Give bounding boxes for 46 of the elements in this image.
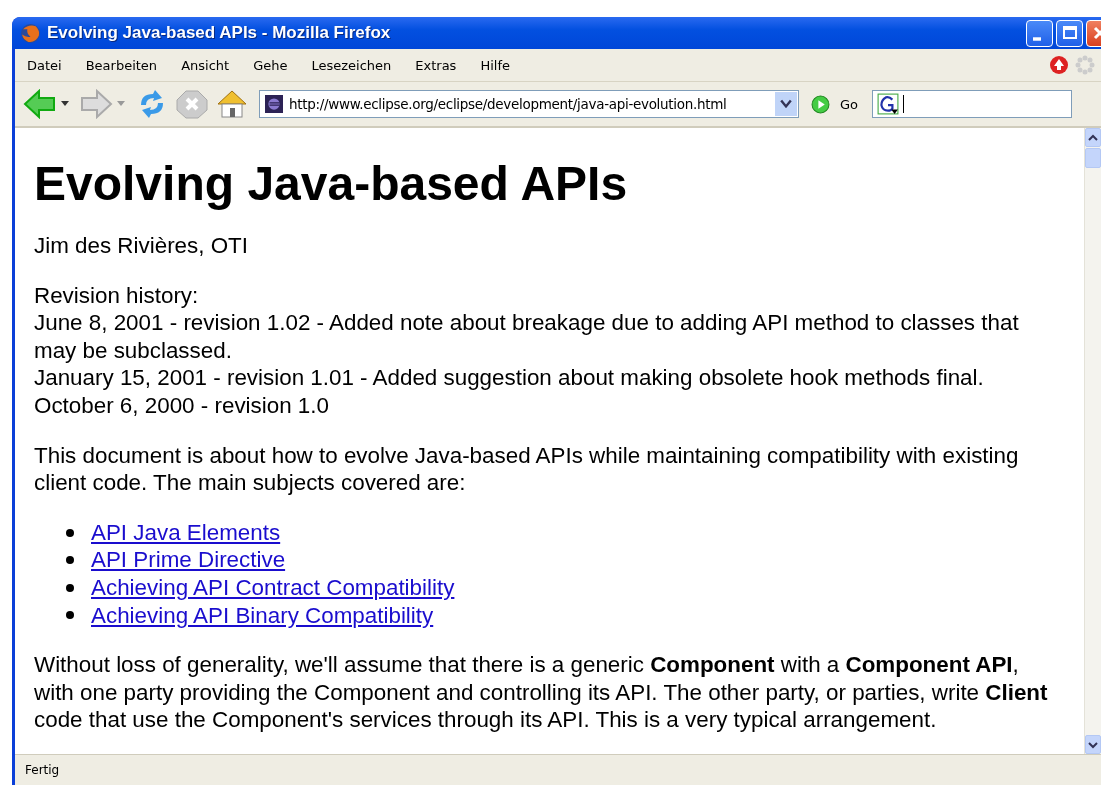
menu-item[interactable]: Extras <box>415 57 469 73</box>
maximize-button[interactable] <box>1056 19 1083 47</box>
scrollbar[interactable] <box>1084 128 1101 754</box>
play-icon <box>811 94 830 114</box>
menu-item[interactable]: Bearbeiten <box>85 57 170 73</box>
scroll-thumb[interactable] <box>1085 148 1101 168</box>
eclipse-icon <box>265 95 283 113</box>
body-paragraph: Without loss of generality, we'll assume that there is a generic Component with a Component API, with one party providing the Component and controlling its API. The other party, or parties, write Client code that use the Component's services through its API. This is a very typical arrangement. <box>34 651 1049 734</box>
bullet <box>66 556 74 565</box>
address-field[interactable]: http://www.eclipse.org/eclipse/development/java-api-evolution.html <box>259 90 799 118</box>
bullet <box>66 583 74 592</box>
chevron-up-icon <box>1088 133 1098 142</box>
intro-paragraph: This document is about how to evolve Java-based APIs while maintaining compatibility with existing client code. The main subjects covered are: <box>34 441 1020 497</box>
menu-item[interactable]: Lesezeichen <box>311 57 404 73</box>
scroll-up-button[interactable] <box>1085 128 1101 147</box>
link[interactable]: Achieving API Contract Compatibility <box>91 573 455 602</box>
revision-line: Revision history: <box>34 281 200 310</box>
go-button[interactable]: Go <box>807 94 863 114</box>
menu-item[interactable]: Gehe <box>253 57 300 73</box>
chevron-down-icon <box>1088 740 1098 749</box>
link[interactable]: API Prime Directive <box>91 546 286 574</box>
link[interactable]: Achieving API Binary Compatibility <box>91 601 434 630</box>
window-title: Evolving Java-based APIs - Mozilla Firefox <box>47 23 392 43</box>
page-heading: Evolving Java-based APIs <box>34 158 629 210</box>
scroll-down-button[interactable] <box>1085 735 1101 754</box>
bullet <box>66 528 74 537</box>
search-field[interactable] <box>872 90 1073 118</box>
search-engine-icon <box>877 93 900 115</box>
menu-item[interactable]: Ansicht <box>181 57 242 73</box>
chevron-down-icon <box>780 99 792 109</box>
globe-icon <box>20 22 41 44</box>
bullet <box>66 611 74 620</box>
minimize-button[interactable] <box>1026 19 1053 47</box>
throbber-icon <box>1075 55 1095 75</box>
minimize-icon <box>1032 37 1041 41</box>
revision-line: October 6, 2000 - revision 1.0 <box>34 391 330 420</box>
url-text: http://www.eclipse.org/eclipse/development/java-api-evolution.html <box>289 96 728 112</box>
warning-icon <box>1049 55 1069 75</box>
link[interactable]: API Java Elements <box>91 518 281 547</box>
revision-line: January 15, 2001 - revision 1.01 - Added suggestion about making obsolete hook methods final. <box>34 364 985 392</box>
revision-line: June 8, 2001 - revision 1.02 - Added note about breakage due to adding API method to classes that may be subclassed. <box>34 309 1020 365</box>
status-text: Fertig <box>25 763 60 777</box>
author-text: Jim des Rivières, OTI <box>34 232 249 260</box>
menu-item[interactable]: Hilfe <box>480 57 522 73</box>
address-dropdown[interactable] <box>775 92 797 116</box>
menu-item[interactable]: Datei <box>27 57 74 73</box>
